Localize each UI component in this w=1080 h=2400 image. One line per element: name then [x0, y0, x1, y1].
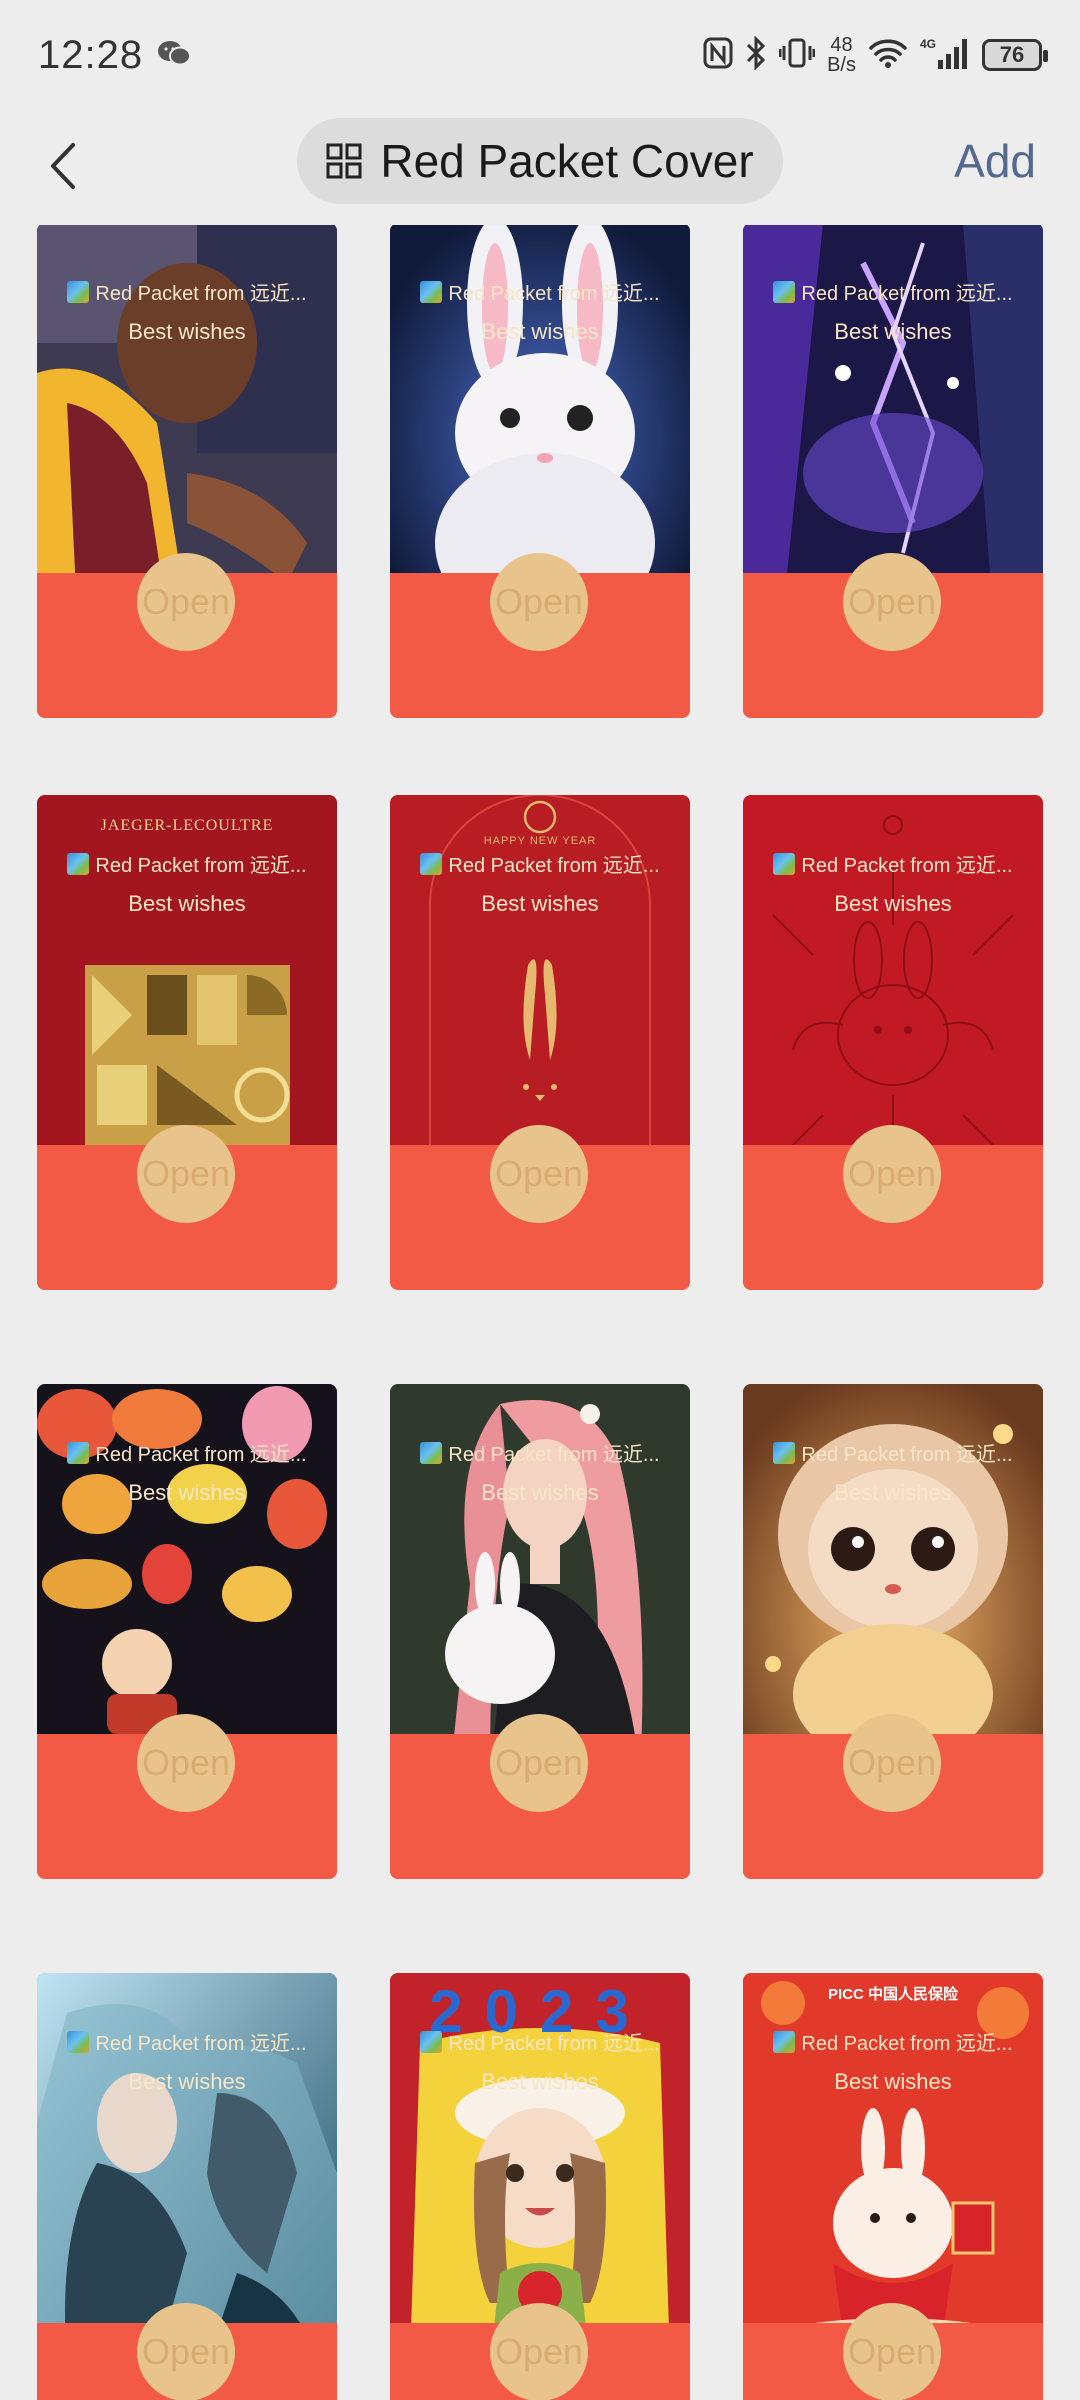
sender-avatar: [420, 852, 443, 875]
sender-avatar: [420, 280, 443, 303]
title-bar: Red Packet Cover Add: [0, 110, 1080, 220]
open-button[interactable]: Open: [843, 1714, 941, 1812]
sender-text: Red Packet from 远近...: [95, 283, 307, 305]
open-button[interactable]: Open: [137, 2303, 235, 2400]
sender-line: Red Packet from 远近...: [743, 2027, 1043, 2056]
sender-line: Red Packet from 远近...: [390, 1438, 690, 1467]
open-button[interactable]: Open: [843, 553, 941, 651]
sender-avatar: [67, 1441, 90, 1464]
cover-grid: Red Packet from 远近... Best wishes Open R…: [0, 225, 1080, 2400]
sender-text: Red Packet from 远近...: [95, 2033, 307, 2055]
open-button[interactable]: Open: [490, 553, 588, 651]
wishes-text: Best wishes: [128, 2069, 246, 2094]
sender-line: Red Packet from 远近...: [37, 277, 337, 306]
open-button[interactable]: Open: [137, 553, 235, 651]
add-button[interactable]: Add: [954, 134, 1036, 188]
sender-text: Red Packet from 远近...: [801, 2033, 1013, 2055]
wishes-text: Best wishes: [834, 1480, 952, 1505]
title-switcher[interactable]: Red Packet Cover: [297, 118, 783, 204]
open-button[interactable]: Open: [490, 2303, 588, 2400]
wifi-icon: [868, 37, 908, 74]
brand-text: HAPPY NEW YEAR: [483, 835, 597, 847]
open-button[interactable]: Open: [490, 1125, 588, 1223]
sender-line: Red Packet from 远近...: [743, 849, 1043, 878]
open-button[interactable]: Open: [843, 2303, 941, 2400]
sender-text: Red Packet from 远近...: [801, 1444, 1013, 1466]
sender-text: Red Packet from 远近...: [95, 1444, 307, 1466]
cover-card[interactable]: Red Packet from 远近... Best wishes Open: [390, 1384, 690, 1879]
grid-icon: [326, 143, 362, 179]
sender-line: Red Packet from 远近...: [37, 2027, 337, 2056]
status-time: 12:28: [38, 32, 144, 77]
cover-card[interactable]: Red Packet from 远近... Best wishes Open: [390, 225, 690, 718]
network-speed-value: 48: [830, 34, 853, 56]
vibrate-icon: [778, 37, 816, 74]
page-title: Red Packet Cover: [380, 135, 754, 187]
sender-line: Red Packet from 远近...: [37, 1438, 337, 1467]
sender-avatar: [67, 280, 90, 303]
sender-avatar: [67, 2030, 90, 2053]
cover-card[interactable]: Red Packet from 远近... Best wishes Open: [37, 225, 337, 718]
cover-card[interactable]: JAEGER-LECOULTRE Red Packet from 远近... B…: [37, 795, 337, 1290]
wishes-text: Best wishes: [128, 1480, 246, 1505]
cover-card[interactable]: Red Packet from 远近... Best wishes Open: [37, 1384, 337, 1879]
battery-level: 76: [999, 42, 1025, 67]
cover-card[interactable]: PICC 中国人民保险 Red Packet from 远近... Best w…: [743, 1973, 1043, 2400]
sender-avatar: [773, 2030, 796, 2053]
sender-avatar: [773, 852, 796, 875]
cover-card[interactable]: Red Packet from 远近... Best wishes Open: [743, 225, 1043, 718]
wishes-text: Best wishes: [834, 2069, 952, 2094]
cover-card[interactable]: Red Packet from 远近... Best wishes Open: [743, 795, 1043, 1290]
cover-card[interactable]: 2023 Red Packet from 远近... Best wishes O…: [390, 1973, 690, 2400]
wishes-text: Best wishes: [481, 2069, 599, 2094]
wishes-text: Best wishes: [481, 1480, 599, 1505]
brand-text: PICC 中国人民保险: [827, 1986, 958, 2003]
sender-avatar: [420, 1441, 443, 1464]
sender-text: Red Packet from 远近...: [448, 855, 660, 877]
sender-line: Red Packet from 远近...: [390, 849, 690, 878]
sender-line: Red Packet from 远近...: [743, 1438, 1043, 1467]
sender-text: Red Packet from 远近...: [448, 1444, 660, 1466]
open-button[interactable]: Open: [843, 1125, 941, 1223]
sender-avatar: [773, 1441, 796, 1464]
sender-text: Red Packet from 远近...: [95, 855, 307, 877]
sender-line: Red Packet from 远近...: [37, 849, 337, 878]
open-button[interactable]: Open: [137, 1714, 235, 1812]
wishes-text: Best wishes: [834, 319, 952, 344]
sender-line: Red Packet from 远近...: [743, 277, 1043, 306]
cellular-signal-icon: 4G: [920, 36, 970, 75]
sender-text: Red Packet from 远近...: [801, 855, 1013, 877]
wishes-text: Best wishes: [128, 319, 246, 344]
chevron-left-icon: [51, 143, 75, 189]
sender-line: Red Packet from 远近...: [390, 2027, 690, 2056]
open-button[interactable]: Open: [490, 1714, 588, 1812]
sender-text: Red Packet from 远近...: [801, 283, 1013, 305]
status-right: 48 B/s 4G 76: [703, 34, 1048, 75]
bluetooth-icon: [745, 34, 767, 75]
network-speed: 48 B/s: [827, 35, 856, 75]
cover-card[interactable]: Red Packet from 远近... Best wishes Open: [37, 1973, 337, 2400]
sender-avatar: [773, 280, 796, 303]
wishes-text: Best wishes: [481, 319, 599, 344]
wechat-icon: [157, 39, 192, 72]
brand-text: JAEGER-LECOULTRE: [100, 817, 274, 834]
cover-card[interactable]: HAPPY NEW YEAR Red Packet from 远近... Bes…: [390, 795, 690, 1290]
sender-text: Red Packet from 远近...: [448, 283, 660, 305]
status-bar: 12:28 48 B/s 4G 76: [0, 0, 1080, 110]
network-type: 4G: [920, 37, 936, 51]
wishes-text: Best wishes: [128, 891, 246, 916]
battery-indicator: 76: [982, 39, 1048, 71]
cover-card[interactable]: Red Packet from 远近... Best wishes Open: [743, 1384, 1043, 1879]
wishes-text: Best wishes: [834, 891, 952, 916]
sender-line: Red Packet from 远近...: [390, 277, 690, 306]
status-left: 12:28: [38, 32, 192, 78]
sender-avatar: [67, 852, 90, 875]
back-button[interactable]: [34, 136, 94, 196]
open-button[interactable]: Open: [137, 1125, 235, 1223]
nfc-icon: [703, 37, 733, 74]
network-speed-unit: B/s: [827, 54, 856, 76]
wishes-text: Best wishes: [481, 891, 599, 916]
sender-avatar: [420, 2030, 443, 2053]
sender-text: Red Packet from 远近...: [448, 2033, 660, 2055]
